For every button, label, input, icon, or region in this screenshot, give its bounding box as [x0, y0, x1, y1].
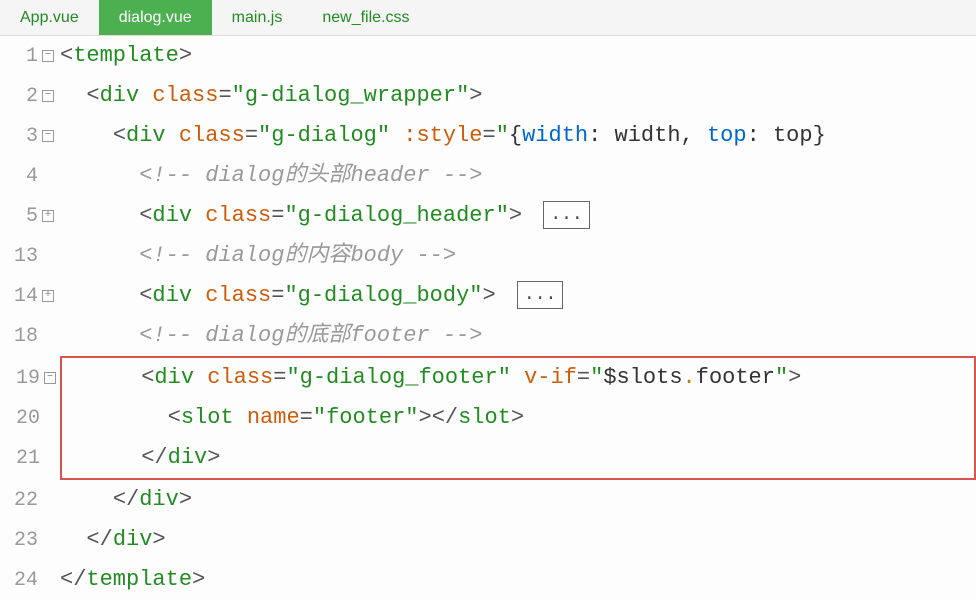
code-line[interactable]: 14 + <div class="g-dialog_body"> ...	[0, 276, 976, 316]
line-number: 19	[2, 367, 42, 390]
tab-new-file-css[interactable]: new_file.css	[302, 0, 429, 35]
fold-toggle-icon[interactable]: −	[42, 90, 54, 102]
code-line[interactable]: 24 </template>	[0, 560, 976, 600]
tab-main-js[interactable]: main.js	[212, 0, 303, 35]
code-editor[interactable]: 1 − <template> 2 − <div class="g-dialog_…	[0, 36, 976, 600]
line-number: 22	[0, 489, 40, 512]
code-line[interactable]: 20 <slot name="footer"></slot>	[2, 398, 974, 438]
fold-toggle-icon[interactable]: +	[42, 210, 54, 222]
line-number: 21	[2, 447, 42, 470]
tab-dialog-vue[interactable]: dialog.vue	[99, 0, 212, 35]
code-line[interactable]: 23 </div>	[0, 520, 976, 560]
line-number: 3	[0, 125, 40, 148]
code-line[interactable]: 13 <!-- dialog的内容body -->	[0, 236, 976, 276]
tab-app-vue[interactable]: App.vue	[0, 0, 99, 35]
code-line[interactable]: 22 </div>	[0, 480, 976, 520]
folded-code-badge[interactable]: ...	[517, 281, 563, 309]
code-line[interactable]: 2 − <div class="g-dialog_wrapper">	[0, 76, 976, 116]
fold-toggle-icon[interactable]: −	[42, 50, 54, 62]
line-number: 1	[0, 45, 40, 68]
line-number: 18	[0, 325, 40, 348]
highlighted-region: 19 − <div class="g-dialog_footer" v-if="…	[60, 356, 976, 480]
code-line[interactable]: 18 <!-- dialog的底部footer -->	[0, 316, 976, 356]
line-number: 5	[0, 205, 40, 228]
line-number: 14	[0, 285, 40, 308]
fold-toggle-icon[interactable]: +	[42, 290, 54, 302]
line-number: 24	[0, 569, 40, 592]
line-number: 23	[0, 529, 40, 552]
code-line[interactable]: 5 + <div class="g-dialog_header"> ...	[0, 196, 976, 236]
fold-toggle-icon[interactable]: −	[42, 130, 54, 142]
fold-toggle-icon[interactable]: −	[44, 372, 56, 384]
folded-code-badge[interactable]: ...	[543, 201, 589, 229]
tab-bar: App.vue dialog.vue main.js new_file.css	[0, 0, 976, 36]
code-line[interactable]: 1 − <template>	[0, 36, 976, 76]
line-number: 4	[0, 165, 40, 188]
line-number: 13	[0, 245, 40, 268]
code-line[interactable]: 4 <!-- dialog的头部header -->	[0, 156, 976, 196]
code-line[interactable]: 3 − <div class="g-dialog" :style="{width…	[0, 116, 976, 156]
line-number: 20	[2, 407, 42, 430]
line-number: 2	[0, 85, 40, 108]
code-line[interactable]: 21 </div>	[2, 438, 974, 478]
code-line[interactable]: 19 − <div class="g-dialog_footer" v-if="…	[2, 358, 974, 398]
